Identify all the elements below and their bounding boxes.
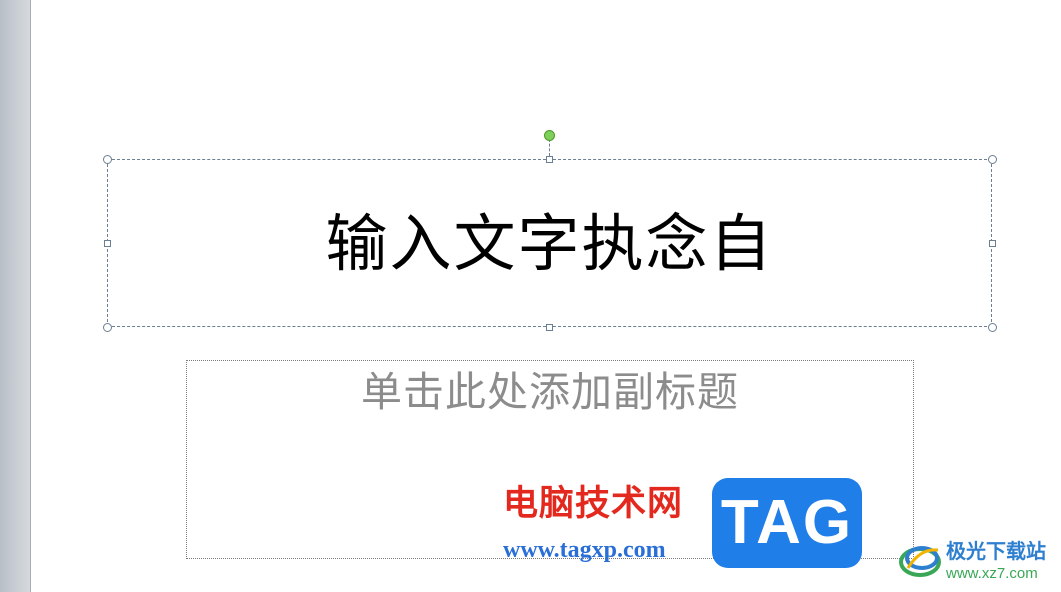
rotate-handle[interactable]: [544, 130, 555, 141]
watermark-xz7-url: www.xz7.com: [946, 565, 1038, 582]
watermark-xz7-name: 极光下载站: [946, 539, 1046, 563]
resize-handle-middle-left[interactable]: [104, 240, 111, 247]
resize-handle-top-left[interactable]: [103, 155, 112, 164]
slide-pane-edge: [0, 0, 31, 592]
watermark-site-url: www.tagxp.com: [503, 537, 666, 563]
resize-handle-top-right[interactable]: [988, 155, 997, 164]
title-text[interactable]: 输入文字执念自: [107, 206, 992, 282]
resize-handle-middle-right[interactable]: [989, 240, 996, 247]
xz7-logo-icon: [899, 546, 941, 577]
resize-handle-bottom-right[interactable]: [988, 323, 997, 332]
rotate-handle-stem: [549, 139, 551, 156]
watermark-tag-badge: TAG: [712, 478, 862, 568]
subtitle-placeholder-text[interactable]: 单击此处添加副标题: [186, 366, 914, 418]
resize-handle-bottom-left[interactable]: [103, 323, 112, 332]
resize-handle-bottom-middle[interactable]: [546, 324, 553, 331]
watermark-site-name: 电脑技术网: [503, 484, 684, 524]
resize-handle-top-middle[interactable]: [546, 156, 553, 163]
